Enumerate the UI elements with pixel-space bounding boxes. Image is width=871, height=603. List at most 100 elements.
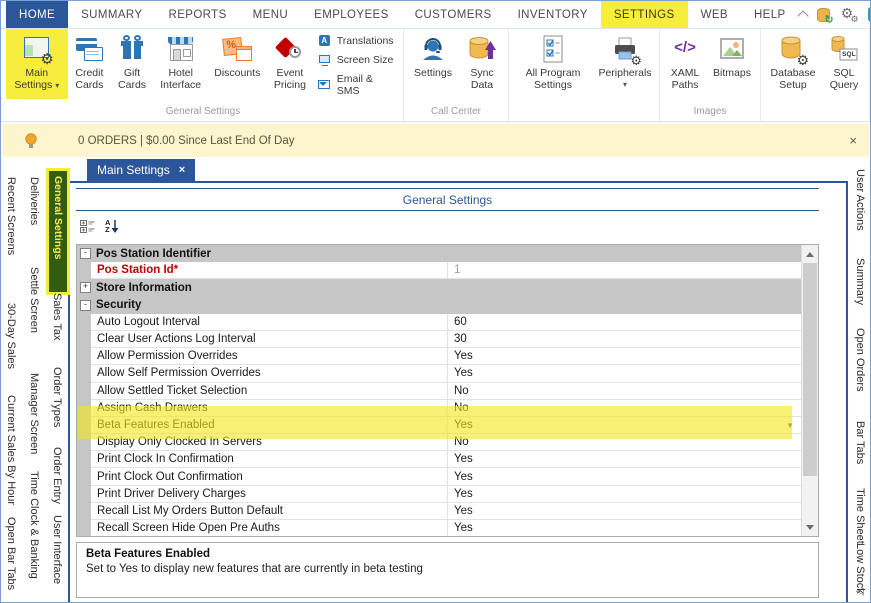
sidetab-deliveries[interactable]: Deliveries [28, 177, 40, 225]
scrollbar[interactable] [801, 245, 818, 536]
property-row[interactable]: Print Clock In Confirmation Yes [77, 451, 801, 468]
ribbon-group-images: </> XAML Paths Bitmaps Images [660, 29, 761, 121]
property-row[interactable]: Display Only Clocked In Servers No [77, 434, 801, 451]
sidetab-time-clock-banking[interactable]: Time Clock & Banking [28, 471, 40, 579]
sql-query-button[interactable]: SQL SQL Query [822, 29, 866, 99]
notification-close-icon[interactable]: × [849, 133, 857, 148]
menu-item-settings[interactable]: SETTINGS [601, 1, 688, 28]
collapse-toggle-icon[interactable]: - [80, 300, 91, 311]
gift-cards-button[interactable]: Gift Cards [111, 29, 153, 99]
property-value[interactable]: No [448, 383, 801, 400]
sidetab-settle-screen[interactable]: Settle Screen [28, 267, 40, 333]
property-value[interactable]: Yes [448, 365, 801, 382]
property-row[interactable]: Assign Cash Drawers No [77, 400, 801, 417]
property-value[interactable]: Yes [448, 520, 801, 536]
property-row[interactable]: Print Clock Out Confirmation Yes [77, 468, 801, 485]
sidetab-time-sheet[interactable]: Time Sheet [854, 488, 866, 544]
gears-icon[interactable]: ⚙⚙ [841, 7, 859, 23]
sidetab-30-day-sales[interactable]: 30-Day Sales [5, 303, 17, 369]
menu-item-summary[interactable]: SUMMARY [68, 1, 155, 28]
property-value[interactable]: No [448, 400, 801, 417]
picture-icon [716, 33, 748, 65]
property-value[interactable]: Yes [448, 348, 801, 365]
sidetab-open-orders[interactable]: Open Orders [854, 328, 866, 392]
sidetab-order-types[interactable]: Order Types [51, 367, 63, 427]
category-row[interactable]: - Security [77, 297, 801, 314]
property-value[interactable]: 30 [448, 331, 801, 348]
twitter-icon[interactable]: t [868, 7, 871, 22]
sidetab-user-interface[interactable]: User Interface [51, 515, 63, 584]
property-value[interactable]: 1 [448, 262, 801, 279]
property-value[interactable]: No [448, 434, 801, 451]
property-value[interactable]: Yes [448, 503, 801, 520]
scroll-down-icon[interactable] [802, 519, 818, 535]
sidetab-current-sales-by-hour[interactable]: Current Sales By Hour [5, 395, 17, 505]
property-row-beta-features[interactable]: Beta Features Enabled Yes ▼ [77, 417, 801, 434]
call-center-settings-button[interactable]: Settings [407, 29, 459, 99]
xaml-paths-button[interactable]: </> XAML Paths [663, 29, 707, 99]
categorized-view-icon[interactable] [80, 219, 96, 239]
scrollbar-thumb[interactable] [803, 263, 817, 476]
database-setup-button[interactable]: ⚙ Database Setup [764, 29, 822, 99]
menu-item-customers[interactable]: CUSTOMERS [402, 1, 505, 28]
property-row[interactable]: Print Driver Delivery Charges Yes [77, 486, 801, 503]
email-sms-button[interactable]: Email & SMS [318, 73, 398, 97]
property-row[interactable]: Pos Station Id* 1 [77, 262, 801, 279]
property-name: Recall List My Orders Button Default [91, 503, 448, 520]
menu-item-home[interactable]: HOME [6, 1, 68, 28]
dropdown-arrow-icon[interactable]: ▼ [786, 421, 794, 430]
property-value[interactable]: 60 [448, 314, 801, 331]
category-row[interactable]: - Pos Station Identifier [77, 245, 801, 262]
tab-close-icon[interactable]: × [179, 164, 185, 176]
property-value[interactable]: Yes ▼ [448, 417, 801, 434]
sidetab-order-entry[interactable]: Order Entry [51, 447, 63, 504]
property-row[interactable]: Recall Screen Hide Open Pre Auths Yes [77, 520, 801, 536]
headset-person-icon [417, 33, 449, 65]
property-value[interactable]: Yes [448, 486, 801, 503]
sidetab-manager-screen[interactable]: Manager Screen [28, 373, 40, 454]
document-tab-main-settings[interactable]: Main Settings × [87, 159, 195, 181]
sidetab-summary[interactable]: Summary [854, 258, 866, 305]
sync-data-button[interactable]: Sync Data [459, 29, 505, 99]
all-program-settings-button[interactable]: All Program Settings [512, 29, 594, 99]
menu-item-web[interactable]: WEB [688, 1, 741, 28]
menu-item-employees[interactable]: EMPLOYEES [301, 1, 402, 28]
database-sync-icon[interactable]: ↻ [816, 7, 832, 23]
scroll-up-icon[interactable] [802, 246, 818, 262]
main-settings-button[interactable]: ⚙ Main Settings ▾ [6, 29, 68, 99]
autohide-triangle-icon[interactable]: ◁ [856, 586, 864, 597]
database-gear-icon: ⚙ [777, 33, 809, 65]
menu-item-menu[interactable]: MENU [240, 1, 301, 28]
sidetab-recent-screens[interactable]: Recent Screens [5, 177, 17, 255]
property-row[interactable]: Recall List My Orders Button Default Yes [77, 503, 801, 520]
bitmaps-button[interactable]: Bitmaps [707, 29, 757, 99]
hotel-interface-button[interactable]: Hotel Interface [153, 29, 209, 99]
peripherals-button[interactable]: ⚙ Peripherals ▾ [594, 29, 656, 99]
property-value[interactable]: Yes [448, 468, 801, 485]
property-row[interactable]: Clear User Actions Log Interval 30 [77, 331, 801, 348]
collapse-ribbon-icon[interactable] [797, 10, 808, 21]
credit-cards-button[interactable]: Credit Cards [68, 29, 112, 99]
property-row[interactable]: Allow Self Permission Overrides Yes [77, 365, 801, 382]
screen-size-button[interactable]: Screen Size [318, 54, 398, 66]
menu-item-inventory[interactable]: INVENTORY [505, 1, 601, 28]
sidetab-open-bar-tabs[interactable]: Open Bar Tabs [5, 517, 17, 590]
expand-toggle-icon[interactable]: + [80, 282, 91, 293]
property-row[interactable]: Auto Logout Interval 60 [77, 314, 801, 331]
event-pricing-button[interactable]: Event Pricing [266, 29, 314, 99]
alphabetical-sort-icon[interactable]: AZ [105, 219, 119, 234]
property-row[interactable]: Allow Permission Overrides Yes [77, 348, 801, 365]
sidetab-general-settings-selected[interactable]: General Settings [49, 171, 67, 292]
category-row[interactable]: + Store Information [77, 279, 801, 296]
property-value[interactable]: Yes [448, 451, 801, 468]
translations-button[interactable]: A Translations [318, 35, 398, 47]
menu-item-help[interactable]: HELP [741, 1, 799, 28]
menu-item-reports[interactable]: REPORTS [155, 1, 239, 28]
discounts-button[interactable]: % Discounts [209, 29, 267, 99]
property-row[interactable]: Allow Settled Ticket Selection No [77, 383, 801, 400]
sidetab-sales-tax[interactable]: Sales Tax [51, 293, 63, 341]
collapse-toggle-icon[interactable]: - [80, 248, 91, 259]
sidetab-user-actions[interactable]: User Actions [854, 169, 866, 231]
ribbon-small-buttons: A Translations Screen Size Email & SMS [314, 29, 400, 97]
sidetab-bar-tabs[interactable]: Bar Tabs [854, 421, 866, 464]
